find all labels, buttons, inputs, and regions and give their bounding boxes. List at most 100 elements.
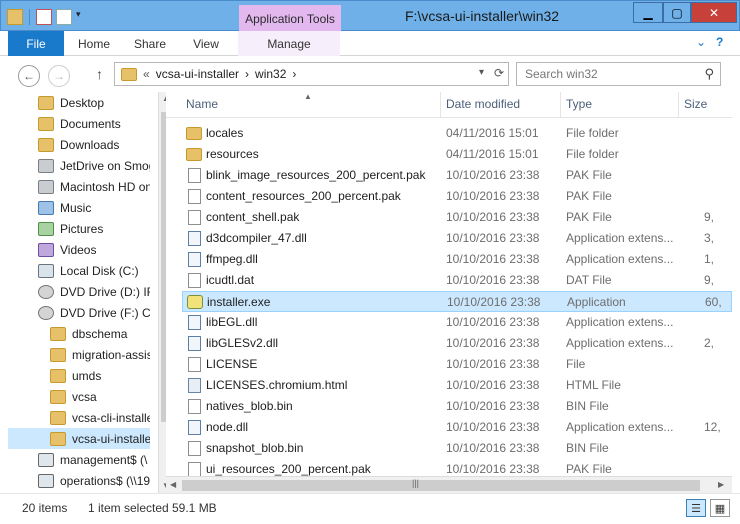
table-row[interactable]: icudtl.dat 10/10/2016 23:38 DAT File 9,: [182, 270, 732, 291]
address-dropdown-icon[interactable]: ▾: [479, 67, 484, 78]
breadcrumb-overflow[interactable]: «: [143, 67, 150, 81]
search-input[interactable]: Search win32 ⚲: [516, 62, 721, 86]
breadcrumb-item[interactable]: vcsa-ui-installer: [156, 67, 239, 81]
table-row[interactable]: node.dll 10/10/2016 23:38 Application exte…: [182, 417, 732, 438]
file-icon: [188, 441, 201, 456]
sidebar-item[interactable]: umds: [8, 365, 150, 386]
details-view-button[interactable]: ☰: [686, 499, 706, 517]
table-row[interactable]: installer.exe 10/10/2016 23:38 Application…: [182, 291, 732, 312]
maximize-button[interactable]: ▢: [663, 2, 691, 23]
file-size: 2,: [704, 336, 715, 350]
tab-home[interactable]: Home: [70, 31, 118, 56]
file-icon: [188, 189, 201, 204]
up-button[interactable]: ↑: [96, 66, 103, 82]
application-icon: [187, 295, 203, 309]
sidebar-item[interactable]: Videos: [8, 239, 150, 260]
dll-file-icon: [188, 420, 201, 435]
column-size[interactable]: Size: [684, 97, 707, 111]
file-name: node.dll: [206, 420, 249, 434]
breadcrumb-item[interactable]: win32: [255, 67, 286, 81]
file-type: File folder: [566, 126, 619, 140]
table-row[interactable]: content_resources_200_percent.pak 10/10/2…: [182, 186, 732, 207]
column-type[interactable]: Type: [566, 97, 592, 111]
table-row[interactable]: LICENSE 10/10/2016 23:38 File: [182, 354, 732, 375]
table-row[interactable]: blink_image_resources_200_percent.pak 10/…: [182, 165, 732, 186]
help-icon[interactable]: ?: [716, 35, 723, 49]
sidebar-item-label: dbschema: [72, 326, 128, 341]
file-name: blink_image_resources_200_percent.pak: [206, 168, 426, 182]
sidebar-item[interactable]: Downloads: [8, 134, 150, 155]
sidebar-item[interactable]: dbschema: [8, 323, 150, 344]
sidebar-item[interactable]: JetDrive on Smog: [8, 155, 150, 176]
table-row[interactable]: libGLESv2.dll 10/10/2016 23:38 Application…: [182, 333, 732, 354]
sidebar-item[interactable]: vcsa: [8, 386, 150, 407]
file-date-modified: 10/10/2016 23:38: [446, 168, 540, 182]
table-row[interactable]: locales 04/11/2016 15:01 File folder: [182, 123, 732, 144]
column-divider[interactable]: [440, 92, 441, 118]
column-divider[interactable]: [678, 92, 679, 118]
table-row[interactable]: natives_blob.bin 10/10/2016 23:38 BIN File: [182, 396, 732, 417]
context-tab-label: Application Tools: [239, 5, 341, 32]
breadcrumb-separator[interactable]: ›: [292, 67, 296, 81]
file-size: 3,: [704, 231, 715, 245]
table-row[interactable]: d3dcompiler_47.dll 10/10/2016 23:38 Applic…: [182, 228, 732, 249]
sidebar-item[interactable]: Desktop: [8, 92, 150, 113]
sidebar-item[interactable]: Macintosh HD on: [8, 176, 150, 197]
scroll-right-icon[interactable]: ▶: [718, 480, 724, 489]
column-date-modified[interactable]: Date modified: [446, 97, 520, 111]
sidebar-item[interactable]: migration-assis: [8, 344, 150, 365]
dvd-icon: [38, 284, 54, 299]
properties-icon[interactable]: [36, 9, 52, 25]
sidebar-item[interactable]: Pictures: [8, 218, 150, 239]
column-divider[interactable]: [560, 92, 561, 118]
table-row[interactable]: LICENSES.chromium.html 10/10/2016 23:38 HT…: [182, 375, 732, 396]
refresh-icon[interactable]: ⟳: [494, 66, 504, 80]
address-bar[interactable]: « vcsa-ui-installer › win32 › ▾ ⟳: [114, 62, 509, 86]
file-type: Application extens...: [566, 252, 674, 266]
sidebar-item[interactable]: vcsa-cli-installe: [8, 407, 150, 428]
sidebar-item[interactable]: operations$ (\\19: [8, 470, 150, 491]
vertical-scrollbar[interactable]: ▲ ▼: [158, 92, 166, 493]
customize-toolbar-icon[interactable]: ▾: [76, 9, 86, 25]
search-icon[interactable]: ⚲: [704, 66, 714, 82]
sidebar-item[interactable]: Local Disk (C:): [8, 260, 150, 281]
breadcrumb-separator[interactable]: ›: [245, 67, 249, 81]
minimize-button[interactable]: ▁: [633, 2, 663, 23]
table-row[interactable]: libEGL.dll 10/10/2016 23:38 Application ex…: [182, 312, 732, 333]
sidebar-item[interactable]: Music: [8, 197, 150, 218]
collapse-ribbon-icon[interactable]: ⌄: [696, 35, 706, 49]
file-date-modified: 04/11/2016 15:01: [446, 126, 539, 140]
sidebar-item[interactable]: DVD Drive (D:) IR: [8, 281, 150, 302]
file-type: BIN File: [566, 399, 609, 413]
table-row[interactable]: resources 04/11/2016 15:01 File folder: [182, 144, 732, 165]
sidebar-item[interactable]: vcsa-ui-installe: [8, 428, 150, 449]
large-icons-view-button[interactable]: ▦: [710, 499, 730, 517]
scrollbar-thumb[interactable]: [182, 480, 700, 491]
sidebar-item[interactable]: Documents: [8, 113, 150, 134]
table-row[interactable]: ffmpeg.dll 10/10/2016 23:38 Application ex…: [182, 249, 732, 270]
close-button[interactable]: ✕: [691, 2, 737, 23]
sidebar-item[interactable]: DVD Drive (F:) CD: [8, 302, 150, 323]
horizontal-scrollbar[interactable]: ◀ ||| ▶: [166, 476, 732, 493]
dll-file-icon: [188, 252, 201, 267]
back-button[interactable]: ←: [18, 65, 40, 87]
forward-button[interactable]: →: [48, 65, 70, 87]
tab-share[interactable]: Share: [126, 31, 174, 56]
table-row[interactable]: snapshot_blob.bin 10/10/2016 23:38 BIN Fil…: [182, 438, 732, 459]
tab-file[interactable]: File: [8, 31, 64, 56]
table-row[interactable]: content_shell.pak 10/10/2016 23:38 PAK Fil…: [182, 207, 732, 228]
sidebar-item[interactable]: management$ (\: [8, 449, 150, 470]
sidebar-item-label: JetDrive on Smog: [60, 158, 150, 173]
tab-view[interactable]: View: [182, 31, 230, 56]
sidebar-item-label: Local Disk (C:): [60, 263, 139, 278]
column-name[interactable]: Name: [186, 97, 218, 111]
scroll-left-icon[interactable]: ◀: [170, 480, 176, 489]
pictures-icon: [38, 221, 54, 236]
file-date-modified: 10/10/2016 23:38: [446, 231, 540, 245]
new-folder-icon[interactable]: [56, 9, 72, 25]
file-date-modified: 10/10/2016 23:38: [446, 441, 540, 455]
file-type: BIN File: [566, 441, 609, 455]
mapped-drive-icon: [38, 452, 54, 467]
tab-manage[interactable]: Manage: [238, 31, 340, 56]
music-icon: [38, 200, 54, 215]
